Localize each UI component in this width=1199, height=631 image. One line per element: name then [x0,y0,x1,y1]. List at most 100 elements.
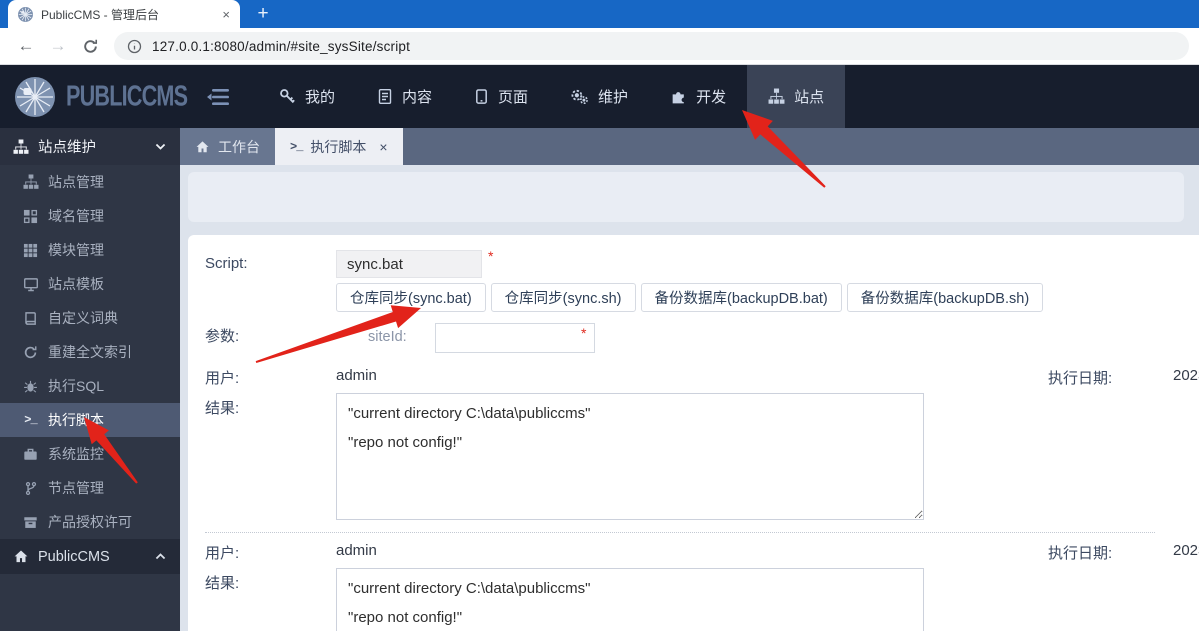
sidebar-item-node-management[interactable]: 节点管理 [0,471,180,505]
sidebar-item-label: 执行SQL [48,378,105,394]
exec-date-value: 2023 [1173,367,1199,384]
tab-label: 工作台 [218,138,260,155]
briefcase-icon [22,447,39,462]
monitor-icon [22,277,39,292]
sidebar-section-site-maintenance[interactable]: 站点维护 [0,128,180,165]
screen: PublicCMS - 管理后台 × + ← → 127.0.0.1:8080/… [0,0,1199,631]
sidebar-item-label: 自定义词典 [48,310,118,326]
form-panel: Script: * 仓库同步(sync.bat) 仓库同步(sync.sh) 备… [188,235,1199,631]
browser-tab[interactable]: PublicCMS - 管理后台 × [8,0,240,28]
grid-icon [22,243,39,258]
nav-item-site[interactable]: 站点 [747,65,846,128]
tab-close-icon[interactable]: × [222,8,230,21]
nav-item-maintenance[interactable]: 维护 [549,65,649,128]
reload-icon[interactable] [74,32,106,60]
script-input[interactable] [336,250,482,278]
sidebar-item-label: 模块管理 [48,242,104,258]
chevron-up-icon [154,550,167,563]
tab-label: 执行脚本 [310,138,367,155]
sidebar-item-domain-management[interactable]: 域名管理 [0,199,180,233]
exec-date-value: 2023 [1173,542,1199,559]
exec-date-label: 执行日期: [1048,545,1113,562]
user-value: admin [336,542,377,559]
logo-wordmark: PUBLICCMS [66,80,188,112]
info-icon[interactable] [127,39,142,54]
back-icon[interactable]: ← [10,32,42,60]
logo-globe-icon [15,76,55,117]
result-label: 结果: [205,400,240,417]
nav-item-page[interactable]: 页面 [453,65,549,128]
url-text: 127.0.0.1:8080/admin/#site_sysSite/scrip… [152,38,411,54]
nav-item-mine[interactable]: 我的 [258,65,356,128]
top-nav: 我的 内容 页面 维护 开发 站点 [258,65,846,128]
nav-item-develop[interactable]: 开发 [649,65,747,128]
sidebar-item-execute-sql[interactable]: 执行SQL [0,369,180,403]
sidebar-item-label: 执行脚本 [48,412,104,428]
sitemap-icon [768,88,785,105]
sidebar-item-execute-script[interactable]: >_ 执行脚本 [0,403,180,437]
browser-tab-title: PublicCMS - 管理后台 [41,7,160,22]
sidebar-item-module-management[interactable]: 模块管理 [0,233,180,267]
code-branch-icon [22,481,39,496]
siteid-input[interactable] [435,323,595,353]
sync-sh-button[interactable]: 仓库同步(sync.sh) [490,283,636,312]
user-value: admin [336,367,377,384]
exec-date-label: 执行日期: [1048,370,1113,387]
result-textarea[interactable]: "current directory C:\data\publiccms" "r… [336,568,924,631]
nav-label: 我的 [305,89,336,106]
sidebar-item-rebuild-index[interactable]: 重建全文索引 [0,335,180,369]
nav-label: 站点 [794,89,825,106]
tab-close-icon[interactable]: × [379,139,387,155]
sidebar-item-label: 产品授权许可 [48,514,132,530]
sidebar-item-label: 站点模板 [48,276,104,292]
puzzle-icon [670,88,687,105]
user-label: 用户: [205,545,240,562]
gears-icon [570,88,589,105]
backupdb-bat-button[interactable]: 备份数据库(backupDB.bat) [640,283,842,312]
toolbar-panel [188,172,1184,222]
divider [205,532,1155,533]
sidebar-item-label: 节点管理 [48,480,104,496]
tablet-icon [474,88,489,105]
params-label: 参数: [205,328,240,345]
sidebar-item-label: 重建全文索引 [48,344,132,360]
main-content: Script: * 仓库同步(sync.bat) 仓库同步(sync.sh) 备… [180,165,1199,631]
browser-titlebar: PublicCMS - 管理后台 × + [0,0,1199,28]
nav-item-content[interactable]: 内容 [356,65,453,128]
sidebar-section-title: PublicCMS [38,548,110,565]
sidebar: 站点维护 站点管理 域名管理 模块管理 站点模板 自定义词典 重建全文索引 执行… [0,128,180,631]
book-icon [22,311,39,326]
home-icon [13,549,29,564]
script-preset-buttons: 仓库同步(sync.bat) 仓库同步(sync.sh) 备份数据库(backu… [336,283,1044,312]
sidebar-section-title: 站点维护 [38,140,96,156]
sidebar-item-site-management[interactable]: 站点管理 [0,165,180,199]
sitemap-icon [22,174,39,190]
sidebar-item-license[interactable]: 产品授权许可 [0,505,180,539]
required-mark: * [488,248,494,264]
browser-addressbar: ← → 127.0.0.1:8080/admin/#site_sysSite/s… [0,28,1199,65]
sync-bat-button[interactable]: 仓库同步(sync.bat) [336,283,486,312]
app-header: PUBLICCMS 我的 内容 页面 维护 开发 站点 [0,65,1199,128]
forward-icon[interactable]: → [42,32,74,60]
sidebar-toggle-icon[interactable] [190,88,246,106]
app-logo[interactable]: PUBLICCMS [0,76,190,117]
tab-execute-script[interactable]: >_ 执行脚本 × [275,128,403,165]
nav-label: 开发 [696,89,727,106]
tab-workbench[interactable]: 工作台 [180,128,275,165]
url-field[interactable]: 127.0.0.1:8080/admin/#site_sysSite/scrip… [114,32,1189,60]
result-textarea[interactable]: "current directory C:\data\publiccms" "r… [336,393,924,520]
chevron-down-icon [154,140,167,153]
new-tab-button[interactable]: + [250,2,276,26]
sidebar-item-label: 站点管理 [48,174,104,190]
home-icon [195,140,210,154]
sidebar-item-site-template[interactable]: 站点模板 [0,267,180,301]
required-mark: * [581,325,587,341]
sidebar-item-label: 域名管理 [48,208,104,224]
sidebar-item-label: 系统监控 [48,446,104,462]
sidebar-section-publiccms[interactable]: PublicCMS [0,539,180,574]
sidebar-item-system-monitor[interactable]: 系统监控 [0,437,180,471]
bug-icon [22,379,39,394]
sidebar-item-custom-dictionary[interactable]: 自定义词典 [0,301,180,335]
result-label: 结果: [205,575,240,592]
backupdb-sh-button[interactable]: 备份数据库(backupDB.sh) [846,283,1044,312]
